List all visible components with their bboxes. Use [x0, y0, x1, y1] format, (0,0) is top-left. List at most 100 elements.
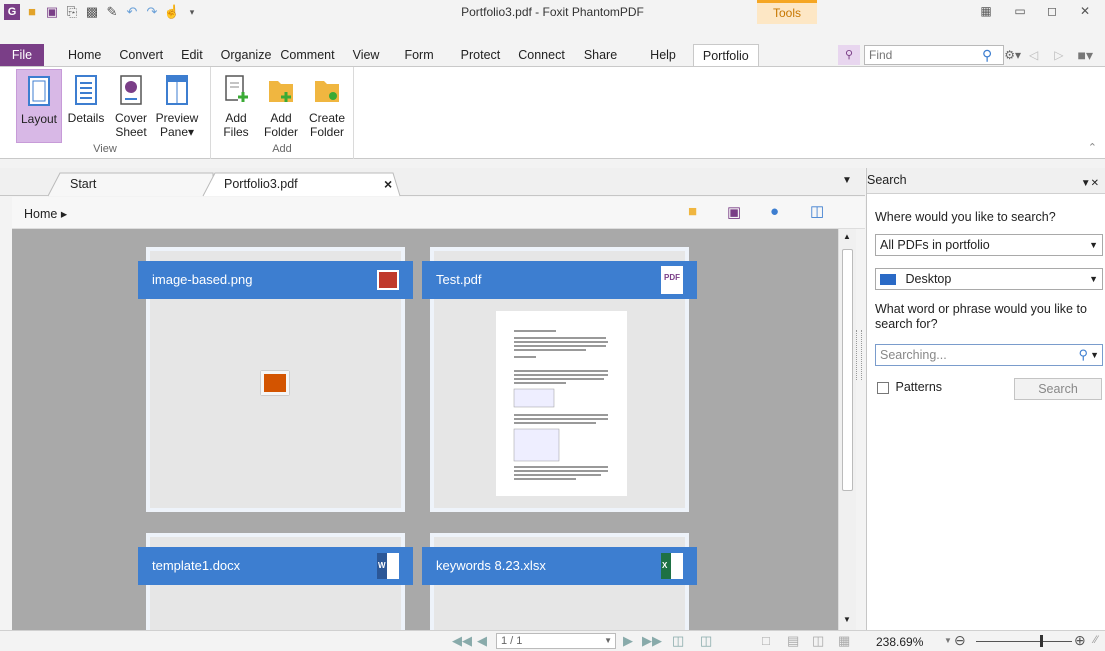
user-icon[interactable]: ■▾ — [1078, 47, 1093, 64]
cover-sheet-icon — [120, 75, 142, 105]
search-question-2: What word or phrase would you like to se… — [875, 302, 1087, 331]
preview-pane-label-2: Pane▾ — [159, 125, 195, 139]
details-button[interactable]: Details — [64, 69, 108, 125]
continuous-facing-icon[interactable]: ▦ — [838, 633, 850, 649]
breadcrumb-home[interactable]: Home ▸ — [24, 206, 67, 221]
find-prev-icon[interactable]: ◁ — [1029, 48, 1038, 62]
find-tag-icon[interactable]: ⚲ — [838, 45, 860, 65]
tab-edit[interactable]: Edit — [172, 44, 212, 66]
collapse-ribbon-icon[interactable]: ⌃ — [1088, 141, 1097, 154]
add-folder-label-2: Folder — [263, 125, 298, 139]
zoom-dropdown-icon[interactable]: ▼ — [944, 636, 952, 645]
tab-portfolio[interactable]: Portfolio — [692, 44, 759, 66]
patterns-label: Patterns — [895, 380, 943, 394]
search-scope-value: All PDFs in portfolio — [880, 238, 990, 252]
patterns-checkbox-row[interactable]: Patterns — [877, 380, 942, 394]
zoom-slider-thumb[interactable] — [1040, 635, 1043, 647]
file-card[interactable]: image-based.png — [138, 247, 413, 512]
scroll-up-icon[interactable]: ▲ — [843, 232, 851, 241]
search-scope-select[interactable]: All PDFs in portfolio ▼ — [875, 234, 1103, 256]
tab-protect[interactable]: Protect — [443, 44, 510, 66]
preview-pane-button[interactable]: Preview Pane▾ — [153, 69, 201, 139]
cover-sheet-label-2: Sheet — [115, 125, 147, 139]
last-page-icon[interactable]: ▶▶ — [642, 633, 662, 649]
continuous-icon[interactable]: ▤ — [787, 633, 799, 649]
minimize-icon[interactable]: ▭ — [1010, 4, 1030, 18]
find-area: ⚲ ⚲ ⚙▾ ◁ ▷ ■▾ — [838, 44, 1093, 66]
create-folder-button[interactable]: Create Folder — [305, 69, 349, 139]
zoom-slider[interactable] — [976, 641, 1072, 642]
close-tab-icon[interactable]: × — [384, 176, 392, 192]
pdf-file-icon: PDF — [661, 266, 683, 294]
scroll-thumb[interactable] — [842, 249, 853, 491]
cover-sheet-button[interactable]: Cover Sheet — [110, 69, 152, 139]
fit-width-icon[interactable]: ◫ — [700, 633, 712, 649]
tab-convert[interactable]: Convert — [110, 44, 172, 66]
create-folder-label-2: Folder — [309, 125, 344, 139]
save-file-icon[interactable]: ▣ — [727, 203, 741, 221]
search-icon[interactable]: ⚲ — [1078, 345, 1088, 365]
tab-help[interactable]: Help — [626, 44, 685, 66]
previous-page-icon[interactable]: ◀ — [477, 633, 487, 649]
file-card[interactable]: Test.pdf PDF — [422, 247, 697, 512]
next-page-icon[interactable]: ▶ — [623, 633, 633, 649]
tab-start[interactable]: Start — [52, 173, 96, 197]
zoom-out-icon[interactable]: ⊖ — [954, 632, 966, 649]
view-group: Layout Details Cover Sheet Preview Pane▾… — [0, 67, 211, 159]
tab-portfolio3[interactable]: Portfolio3.pdf — [206, 173, 298, 197]
add-group: Add Files Add Folder Create Folder Add — [211, 67, 354, 159]
tab-form[interactable]: Form — [388, 44, 442, 66]
breadcrumb-bar: Home ▸ ■ ▣ ● ◫ — [12, 197, 865, 229]
vertical-scrollbar[interactable]: ▲ ▼ — [838, 229, 856, 630]
file-card[interactable]: keywords 8.23.xlsx X — [422, 533, 697, 630]
document-tab-bar: Start Portfolio3.pdf × ▼ — [0, 168, 865, 197]
search-phrase-placeholder: Searching... — [880, 348, 947, 362]
window-title: Portfolio3.pdf - Foxit PhantomPDF — [461, 5, 644, 19]
delete-icon[interactable]: ◫ — [810, 202, 824, 220]
search-location-select[interactable]: Desktop ▼ — [875, 268, 1103, 290]
tab-connect[interactable]: Connect — [509, 44, 574, 66]
tab-home[interactable]: Home — [44, 44, 110, 66]
zoom-level[interactable]: 238.69% — [876, 635, 923, 649]
tab-view[interactable]: View — [344, 44, 389, 66]
search-button[interactable]: Search — [1014, 378, 1102, 400]
maximize-icon[interactable]: ◻ — [1042, 4, 1062, 18]
patterns-checkbox[interactable] — [877, 381, 889, 394]
layout-button[interactable]: Layout — [16, 69, 62, 143]
find-next-icon[interactable]: ▷ — [1054, 48, 1063, 62]
zoom-in-icon[interactable]: ⊕ — [1074, 632, 1086, 649]
single-page-icon[interactable]: □ — [762, 633, 770, 648]
find-settings-icon[interactable]: ⚙▾ — [1004, 48, 1021, 62]
view-group-label: View — [93, 143, 117, 155]
desktop-icon — [880, 274, 896, 286]
add-folder-button[interactable]: Add Folder — [259, 69, 303, 139]
first-page-icon[interactable]: ◀◀ — [452, 633, 472, 649]
resize-grip-icon[interactable]: ⁄⁄ — [1094, 634, 1098, 646]
tab-organize[interactable]: Organize — [212, 44, 281, 66]
close-icon[interactable]: ✕ — [1075, 4, 1095, 18]
fit-page-icon[interactable]: ◫ — [672, 633, 684, 649]
open-folder-icon[interactable]: ■ — [688, 203, 697, 220]
scroll-down-icon[interactable]: ▼ — [843, 615, 851, 624]
facing-icon[interactable]: ◫ — [812, 633, 824, 649]
file-card[interactable]: template1.docx W — [138, 533, 413, 630]
tab-list-dropdown-icon[interactable]: ▼ — [842, 175, 852, 186]
card-header: template1.docx W — [138, 547, 413, 585]
tab-file[interactable]: File — [0, 44, 44, 66]
search-phrase-field[interactable]: Searching... ⚲ ▼ — [875, 344, 1103, 366]
add-files-label-2: Files — [223, 125, 249, 139]
search-pane: Search ▼✕ Where would you like to search… — [866, 168, 1105, 630]
pane-options-icon[interactable]: ▼✕ — [1081, 172, 1099, 196]
add-files-label-1: Add — [225, 111, 247, 125]
ribbon-display-icon[interactable]: ▦ — [976, 4, 996, 18]
tools-context-tab[interactable]: Tools — [757, 0, 817, 24]
tab-comment[interactable]: Comment — [280, 44, 343, 66]
page-number-field[interactable]: 1 / 1 ▼ — [496, 633, 616, 649]
find-search-icon[interactable]: ⚲ — [982, 47, 992, 64]
pane-splitter[interactable] — [856, 330, 862, 380]
tab-share[interactable]: Share — [574, 44, 626, 66]
add-files-button[interactable]: Add Files — [217, 69, 255, 139]
excel-file-icon: X — [661, 553, 683, 579]
info-icon[interactable]: ● — [770, 203, 779, 220]
search-pane-title: Search — [867, 173, 907, 187]
